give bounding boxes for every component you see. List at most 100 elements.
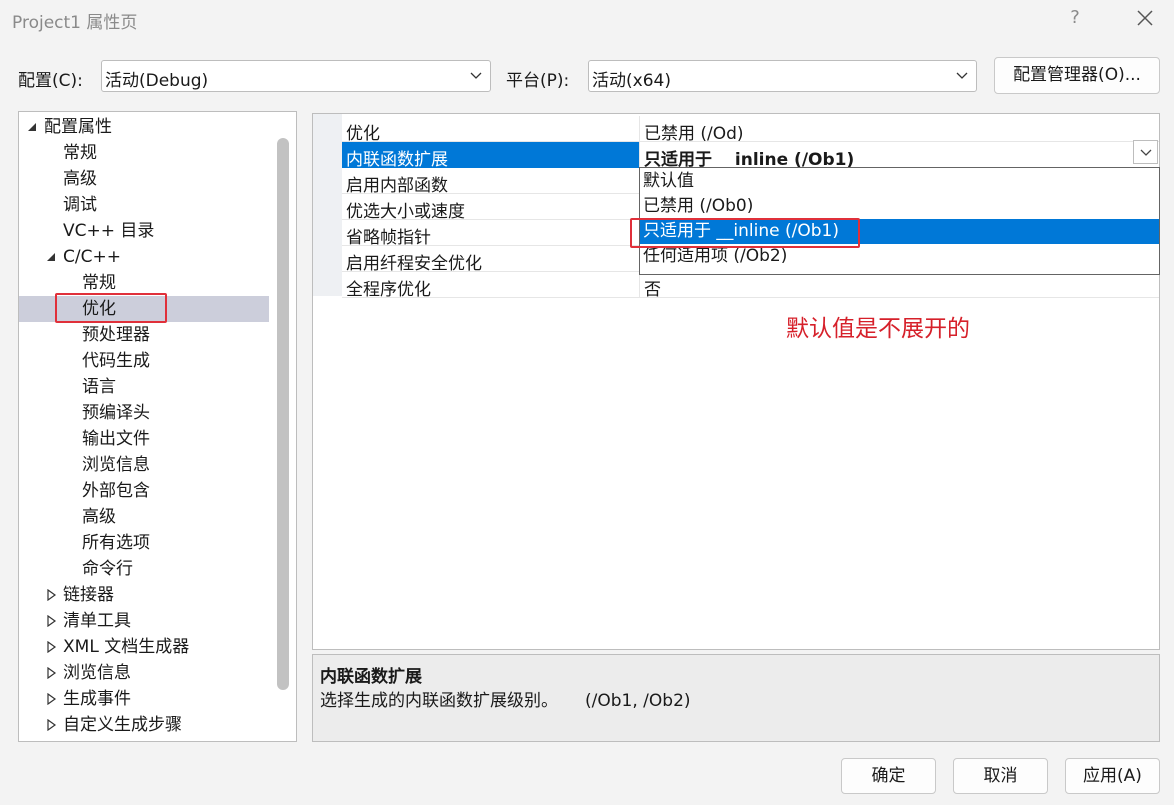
tree-item[interactable]: 链接器 xyxy=(19,582,269,608)
tree-item[interactable]: 自定义生成步骤 xyxy=(19,712,269,738)
platform-select-value: 活动(x64) xyxy=(592,71,671,91)
tree-item[interactable]: 预处理器 xyxy=(19,322,269,348)
tree-item-label: 优化 xyxy=(82,299,116,319)
tree-item-label: 常规 xyxy=(63,143,97,163)
chevron-down-icon xyxy=(470,72,482,79)
cancel-button[interactable]: 取消 xyxy=(953,758,1048,794)
property-name: 省略帧指针 xyxy=(346,228,431,248)
tree-item-label: 浏览信息 xyxy=(82,455,150,475)
dropdown-option[interactable]: 已禁用 (/Ob0) xyxy=(640,194,1159,219)
tree-item-label: 常规 xyxy=(82,273,116,293)
property-row[interactable]: 内联函数扩展 只适用于 __inline (/Ob1) xyxy=(342,142,1159,170)
tree-item-label: 命令行 xyxy=(82,559,133,579)
ok-button[interactable]: 确定 xyxy=(841,758,936,794)
tree-item[interactable]: 常规 xyxy=(19,270,269,296)
tree-item[interactable]: 语言 xyxy=(19,374,269,400)
close-icon xyxy=(1137,10,1153,26)
tree-item[interactable]: 常规 xyxy=(19,140,269,166)
dropdown-option[interactable]: 默认值 xyxy=(640,169,1159,194)
tree-item[interactable]: 浏览信息 xyxy=(19,660,269,686)
tree-item[interactable]: 优化 xyxy=(19,296,269,322)
column-divider xyxy=(639,116,640,142)
dropdown-option[interactable]: 任何适用项 (/Ob2) xyxy=(640,244,1159,269)
close-button[interactable] xyxy=(1128,3,1162,33)
expanded-caret-icon[interactable] xyxy=(26,114,38,140)
chevron-down-icon xyxy=(1140,149,1152,156)
tree-item-label: 外部包含 xyxy=(82,481,150,501)
tree-item[interactable]: C/C++ xyxy=(19,244,269,270)
property-tree: 配置属性 常规 高级 调试 VC++ 目录 C/C++ 常规 优化 预处理器 代码生成 语言 预编译头… xyxy=(18,111,297,742)
column-divider xyxy=(639,272,640,298)
property-name: 优选大小或速度 xyxy=(346,202,465,222)
tree-item-label: 预处理器 xyxy=(82,325,150,345)
tree-item-label: 输出文件 xyxy=(82,429,150,449)
tree-item-label: 清单工具 xyxy=(63,611,131,631)
tree-item[interactable]: XML 文档生成器 xyxy=(19,634,269,660)
title-bar: Project1 属性页 ? xyxy=(0,0,1174,38)
tree-item[interactable]: 外部包含 xyxy=(19,478,269,504)
expanded-caret-icon[interactable] xyxy=(45,244,57,270)
collapsed-caret-icon[interactable] xyxy=(45,686,57,712)
tree-item[interactable]: 命令行 xyxy=(19,556,269,582)
tree-item-label: 高级 xyxy=(82,507,116,527)
description-title: 内联函数扩展 xyxy=(320,667,422,687)
dropdown-option[interactable]: 只适用于 __inline (/Ob1) xyxy=(640,219,1159,244)
inline-expansion-dropdown: 默认值 已禁用 (/Ob0) 只适用于 __inline (/Ob1) 任何适用项 (… xyxy=(639,167,1160,275)
tree-item[interactable]: 清单工具 xyxy=(19,608,269,634)
tree-item-label: XML 文档生成器 xyxy=(63,637,190,657)
tree-item-label: 所有选项 xyxy=(82,533,150,553)
tree-item[interactable]: 配置属性 xyxy=(19,114,269,140)
tree-item-label: 预编译头 xyxy=(82,403,150,423)
tree-item[interactable]: 输出文件 xyxy=(19,426,269,452)
chevron-down-icon xyxy=(956,72,968,79)
help-button[interactable]: ? xyxy=(1062,4,1088,32)
tree-item-label: VC++ 目录 xyxy=(63,221,155,241)
tree-item-label: 浏览信息 xyxy=(63,663,131,683)
config-select[interactable]: 活动(Debug) xyxy=(101,60,491,92)
tree-item-label: 链接器 xyxy=(63,585,114,605)
tree-item-label: 调试 xyxy=(63,195,97,215)
property-name: 内联函数扩展 xyxy=(346,150,448,170)
tree-item-label: 配置属性 xyxy=(44,117,112,137)
platform-select[interactable]: 活动(x64) xyxy=(588,60,977,92)
tree-item[interactable]: 高级 xyxy=(19,166,269,192)
dropdown-toggle-button[interactable] xyxy=(1133,140,1158,164)
property-name: 优化 xyxy=(346,124,380,144)
collapsed-caret-icon[interactable] xyxy=(45,634,57,660)
tree-item[interactable]: 生成事件 xyxy=(19,686,269,712)
tree-item[interactable]: 高级 xyxy=(19,504,269,530)
tree-item-label: 代码生成 xyxy=(82,351,150,371)
tree-scrollbar[interactable] xyxy=(277,138,289,690)
property-name: 启用内部函数 xyxy=(346,176,448,196)
tree-item-label: 高级 xyxy=(63,169,97,189)
property-row[interactable]: 全程序优化 否 xyxy=(342,272,1159,300)
tree-item-label: 语言 xyxy=(82,377,116,397)
config-label: 配置(C): xyxy=(18,71,83,91)
tree-item[interactable]: 代码生成 xyxy=(19,348,269,374)
description-text: 选择生成的内联函数扩展级别。 (/Ob1, /Ob2) xyxy=(320,691,691,711)
tree-item[interactable]: 所有选项 xyxy=(19,530,269,556)
collapsed-caret-icon[interactable] xyxy=(45,582,57,608)
platform-label: 平台(P): xyxy=(506,71,570,91)
column-divider xyxy=(639,142,640,168)
property-name: 启用纤程安全优化 xyxy=(346,254,482,274)
apply-button[interactable]: 应用(A) xyxy=(1065,758,1160,794)
tree-item-label: C/C++ xyxy=(63,247,121,267)
config-select-value: 活动(Debug) xyxy=(105,71,209,91)
config-manager-button[interactable]: 配置管理器(O)... xyxy=(994,57,1160,94)
tree-item[interactable]: VC++ 目录 xyxy=(19,218,269,244)
tree-item[interactable]: 调试 xyxy=(19,192,269,218)
annotation-text: 默认值是不展开的 xyxy=(786,316,970,342)
tree-item[interactable]: 预编译头 xyxy=(19,400,269,426)
collapsed-caret-icon[interactable] xyxy=(45,660,57,686)
property-value: 否 xyxy=(644,280,661,300)
collapsed-caret-icon[interactable] xyxy=(45,608,57,634)
property-name: 全程序优化 xyxy=(346,280,431,300)
property-row[interactable]: 优化 已禁用 (/Od) xyxy=(342,116,1159,144)
tree-item[interactable]: 浏览信息 xyxy=(19,452,269,478)
grid-gutter xyxy=(313,114,342,296)
collapsed-caret-icon[interactable] xyxy=(45,712,57,738)
window-title: Project1 属性页 xyxy=(12,13,138,33)
property-value: 已禁用 (/Od) xyxy=(644,124,744,144)
tree-item-label: 自定义生成步骤 xyxy=(63,715,182,735)
